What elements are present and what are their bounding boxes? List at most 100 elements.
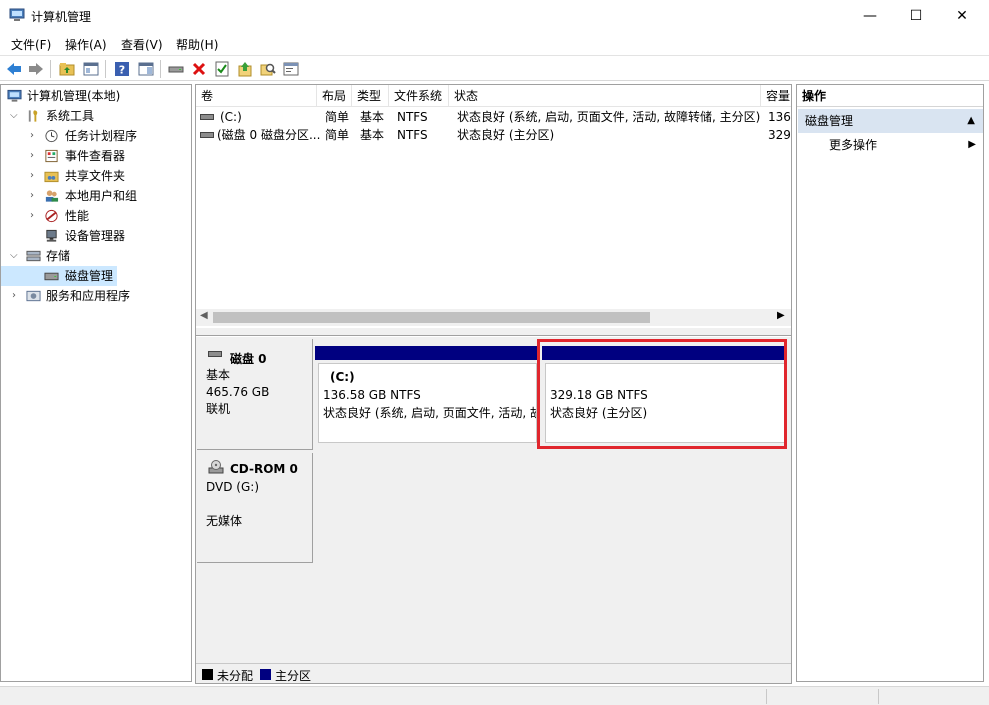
disk-status: 联机 bbox=[206, 402, 231, 416]
menu-action[interactable]: 操作(A) bbox=[65, 36, 107, 53]
disk-graphical-view: 磁盘 0 基本 465.76 GB 联机 (C:) 136.58 GB NTFS… bbox=[196, 337, 791, 683]
drive-connect-icon bbox=[168, 66, 184, 73]
actions-pane: 操作 磁盘管理 ▲ 更多操作 ▶ bbox=[796, 84, 984, 682]
navigation-tree: 计算机管理(本地) ⌵ 系统工具 › 任务计划程序 › 事件查看器 › 共享文件… bbox=[0, 84, 192, 682]
column-header-capacity[interactable]: 容量 bbox=[761, 85, 791, 107]
partition-c[interactable]: (C:) 136.58 GB NTFS 状态良好 (系统, 启动, 页面文件, … bbox=[318, 363, 537, 443]
cdrom-0-label[interactable]: CD-ROM 0 DVD (G:) 无媒体 bbox=[197, 453, 313, 563]
up-folder-button[interactable] bbox=[57, 59, 77, 79]
legend-swatch-unallocated bbox=[202, 669, 213, 680]
minimize-button[interactable]: — bbox=[847, 0, 893, 31]
back-button[interactable] bbox=[4, 59, 24, 79]
search-button[interactable] bbox=[258, 59, 278, 79]
menu-view[interactable]: 查看(V) bbox=[121, 36, 163, 53]
column-header-volume[interactable]: 卷 bbox=[196, 85, 317, 107]
chevron-right-icon[interactable]: › bbox=[30, 166, 34, 186]
collapse-up-icon[interactable]: ▲ bbox=[967, 109, 975, 133]
legend: 未分配 主分区 bbox=[196, 663, 791, 683]
more-actions-label: 更多操作 bbox=[829, 138, 878, 152]
shared-folder-icon bbox=[44, 171, 59, 183]
disk-0-label[interactable]: 磁盘 0 基本 465.76 GB 联机 bbox=[197, 339, 313, 450]
partition-label: (C:) bbox=[330, 370, 355, 384]
up-level-button[interactable] bbox=[235, 59, 255, 79]
scroll-right-icon[interactable]: ▶ bbox=[777, 310, 785, 321]
tree-item-disk-management[interactable]: 磁盘管理 bbox=[1, 266, 117, 286]
chevron-right-icon[interactable]: › bbox=[30, 146, 34, 166]
partition-2-bar bbox=[542, 346, 785, 360]
computer-management-app-icon bbox=[9, 8, 25, 21]
scroll-left-icon[interactable]: ◀ bbox=[200, 310, 208, 321]
properties-check-icon bbox=[215, 61, 229, 77]
delete-button[interactable] bbox=[189, 59, 209, 79]
maximize-button[interactable]: ☐ bbox=[893, 0, 939, 31]
disk-name: CD-ROM 0 bbox=[230, 462, 298, 476]
cell-volume: (磁盘 0 磁盘分区... bbox=[217, 128, 320, 142]
toolbar-separator bbox=[105, 60, 106, 78]
pane-splitter[interactable] bbox=[196, 328, 791, 336]
toolbar-separator bbox=[160, 60, 161, 78]
chevron-down-icon[interactable]: ⌵ bbox=[10, 246, 18, 266]
legend-swatch-primary bbox=[260, 669, 271, 680]
menu-help[interactable]: 帮助(H) bbox=[176, 36, 218, 53]
scrollbar-thumb[interactable] bbox=[213, 312, 650, 323]
delete-x-icon bbox=[192, 62, 206, 76]
chevron-down-icon[interactable]: ⌵ bbox=[10, 106, 18, 126]
partition-2[interactable]: 329.18 GB NTFS 状态良好 (主分区) bbox=[545, 363, 785, 443]
cell-type: 基本 bbox=[360, 110, 385, 124]
folder-arrow-icon bbox=[238, 62, 252, 77]
connect-drive-button[interactable] bbox=[166, 59, 186, 79]
tree-item-performance[interactable]: › 性能 bbox=[1, 206, 191, 226]
table-row[interactable]: (C:) 简单 基本 NTFS 状态良好 (系统, 启动, 页面文件, 活动, … bbox=[196, 108, 791, 126]
chevron-right-icon[interactable]: › bbox=[12, 286, 16, 306]
help-button[interactable]: ? bbox=[112, 59, 132, 79]
show-hide-tree-button[interactable] bbox=[81, 59, 101, 79]
horizontal-scrollbar[interactable]: ◀ ▶ bbox=[196, 309, 791, 326]
drive-icon bbox=[200, 114, 214, 120]
more-actions-item[interactable]: 更多操作 ▶ bbox=[798, 134, 983, 156]
column-header-type[interactable]: 类型 bbox=[352, 85, 389, 107]
tree-item-storage[interactable]: ⌵ 存储 bbox=[1, 246, 191, 266]
status-divider bbox=[878, 689, 879, 704]
tree-item-label: 事件查看器 bbox=[65, 149, 126, 163]
column-header-filesystem[interactable]: 文件系统 bbox=[389, 85, 449, 107]
partition-size: 329.18 GB NTFS bbox=[550, 388, 648, 402]
actions-section-disk-management[interactable]: 磁盘管理 ▲ bbox=[798, 109, 983, 133]
tree-item-services-apps[interactable]: › 服务和应用程序 bbox=[1, 286, 191, 306]
tree-item-device-manager[interactable]: 设备管理器 bbox=[1, 226, 191, 246]
tree-item-label: 磁盘管理 bbox=[65, 269, 114, 283]
close-icon: ✕ bbox=[956, 7, 968, 24]
svg-text:?: ? bbox=[119, 64, 125, 77]
close-button[interactable]: ✕ bbox=[939, 0, 985, 31]
help-icon: ? bbox=[115, 62, 129, 77]
partition-status: 状态良好 (系统, 启动, 页面文件, 活动, 故 bbox=[323, 406, 537, 420]
maximize-icon: ☐ bbox=[909, 7, 923, 24]
menu-file[interactable]: 文件(F) bbox=[11, 36, 51, 53]
console-button[interactable] bbox=[281, 59, 301, 79]
chevron-right-icon[interactable]: › bbox=[30, 126, 34, 146]
table-row[interactable]: (磁盘 0 磁盘分区... 简单 基本 NTFS 状态良好 (主分区) 329 bbox=[196, 126, 791, 144]
disk-management-icon bbox=[44, 272, 59, 281]
event-viewer-icon bbox=[45, 149, 58, 163]
status-bar bbox=[0, 686, 989, 705]
storage-icon bbox=[26, 250, 41, 262]
chevron-right-icon[interactable]: › bbox=[30, 206, 34, 226]
tree-item-task-scheduler[interactable]: › 任务计划程序 bbox=[1, 126, 191, 146]
tools-icon bbox=[28, 110, 38, 122]
services-icon bbox=[26, 290, 41, 302]
properties-button[interactable] bbox=[212, 59, 232, 79]
tree-root[interactable]: 计算机管理(本地) bbox=[1, 86, 191, 106]
cell-layout: 简单 bbox=[325, 110, 350, 124]
tree-item-system-tools[interactable]: ⌵ 系统工具 bbox=[1, 106, 191, 126]
tree-item-shared-folders[interactable]: › 共享文件夹 bbox=[1, 166, 191, 186]
search-folder-icon bbox=[260, 63, 276, 76]
show-action-pane-button[interactable] bbox=[136, 59, 156, 79]
tree-item-label: 性能 bbox=[65, 209, 90, 223]
tree-item-local-users[interactable]: › 本地用户和组 bbox=[1, 186, 191, 206]
tree-item-event-viewer[interactable]: › 事件查看器 bbox=[1, 146, 191, 166]
forward-button[interactable] bbox=[26, 59, 46, 79]
chevron-right-icon[interactable]: › bbox=[30, 186, 34, 206]
cell-status: 状态良好 (系统, 启动, 页面文件, 活动, 故障转储, 主分区) bbox=[457, 110, 761, 124]
column-header-status[interactable]: 状态 bbox=[449, 85, 761, 107]
clock-icon bbox=[45, 129, 58, 143]
column-header-layout[interactable]: 布局 bbox=[317, 85, 352, 107]
